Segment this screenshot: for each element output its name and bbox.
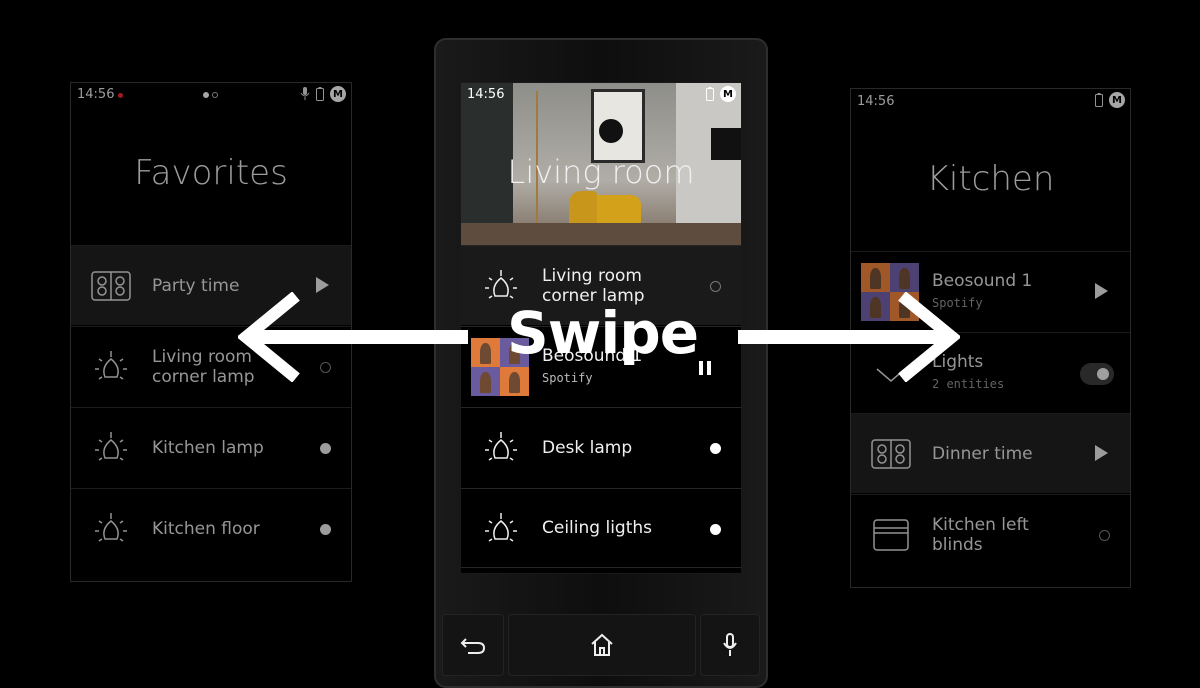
battery-icon bbox=[1095, 93, 1103, 107]
item-label: Kitchen left blinds bbox=[932, 514, 1029, 555]
list-item[interactable]: Desk lamp bbox=[461, 407, 741, 487]
play-icon[interactable] bbox=[1095, 283, 1108, 299]
page-title: Favorites bbox=[134, 153, 288, 193]
item-label: Ceiling ligths bbox=[542, 518, 653, 538]
swipe-label: Swipe bbox=[507, 299, 699, 367]
account-badge-icon[interactable]: M bbox=[1109, 92, 1125, 108]
state-indicator-off[interactable] bbox=[710, 281, 721, 292]
status-bar: 14:56 M bbox=[461, 83, 741, 105]
bulb-icon bbox=[485, 432, 517, 461]
speaker-icon bbox=[91, 271, 131, 301]
state-indicator-on[interactable] bbox=[710, 443, 721, 454]
bulb-icon bbox=[485, 513, 517, 542]
blinds-icon bbox=[873, 519, 909, 551]
item-label: Dinner time bbox=[932, 443, 1033, 464]
item-label: Desk lamp bbox=[542, 437, 633, 458]
status-bar: 14:56 M bbox=[851, 89, 1130, 111]
list-item[interactable]: Kitchen floor bbox=[71, 488, 351, 568]
item-label: Party time bbox=[152, 275, 240, 296]
lights-toggle[interactable] bbox=[1080, 363, 1114, 385]
item-label: Kitchen floor bbox=[152, 518, 260, 539]
battery-icon bbox=[316, 87, 324, 101]
item-label: Beosound 1 bbox=[932, 270, 1033, 291]
microphone-icon bbox=[723, 633, 737, 656]
state-indicator-on[interactable] bbox=[320, 443, 331, 454]
status-time: 14:56 bbox=[467, 87, 505, 102]
bulb-icon bbox=[95, 351, 127, 380]
home-icon bbox=[591, 633, 613, 656]
navigation-bar bbox=[442, 614, 760, 676]
home-button[interactable] bbox=[508, 614, 696, 676]
recording-dot-icon bbox=[118, 93, 123, 98]
page-indicator bbox=[203, 92, 221, 98]
state-indicator-off[interactable] bbox=[1099, 530, 1110, 541]
state-indicator-on[interactable] bbox=[710, 524, 721, 535]
battery-icon bbox=[706, 87, 714, 101]
swipe-right-arrow bbox=[738, 292, 960, 382]
bulb-icon bbox=[95, 432, 127, 461]
list-item[interactable]: Dinner time bbox=[851, 413, 1130, 493]
play-icon[interactable] bbox=[316, 277, 329, 293]
speaker-icon bbox=[871, 439, 911, 469]
page-title: Living room bbox=[507, 153, 695, 191]
back-button[interactable] bbox=[442, 614, 504, 676]
list-item[interactable]: Ceiling ligths bbox=[461, 488, 741, 568]
state-indicator-on[interactable] bbox=[320, 524, 331, 535]
pause-icon[interactable] bbox=[699, 361, 713, 375]
swipe-left-arrow bbox=[238, 292, 468, 382]
page-title: Kitchen bbox=[926, 159, 1055, 199]
voice-button[interactable] bbox=[700, 614, 760, 676]
status-time: 14:56 bbox=[857, 94, 895, 109]
item-label: Kitchen lamp bbox=[152, 437, 264, 458]
account-badge-icon[interactable]: M bbox=[330, 86, 346, 102]
back-icon bbox=[460, 638, 486, 654]
list-item[interactable]: Kitchen left blinds bbox=[851, 494, 1130, 574]
account-badge-icon[interactable]: M bbox=[720, 86, 736, 102]
list-item[interactable]: Kitchen lamp bbox=[71, 407, 351, 487]
status-time: 14:56 bbox=[77, 87, 115, 102]
play-icon[interactable] bbox=[1095, 445, 1108, 461]
bulb-icon bbox=[95, 513, 127, 542]
item-sublabel: Spotify bbox=[542, 370, 593, 385]
microphone-icon bbox=[300, 87, 310, 100]
status-bar: 14:56 M bbox=[71, 83, 351, 105]
